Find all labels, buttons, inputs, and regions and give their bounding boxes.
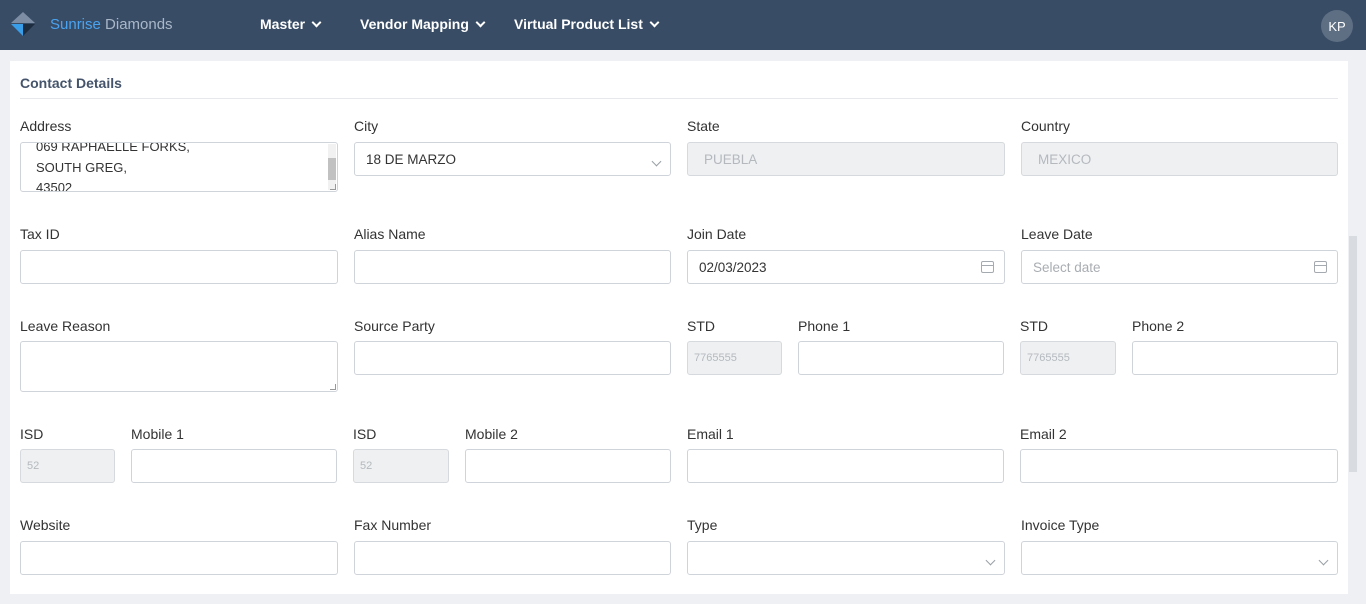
calendar-icon[interactable]: [981, 261, 994, 273]
std2-value: 7765555: [1027, 352, 1070, 364]
address-line-3: 43502: [36, 180, 73, 192]
page-scrollbar[interactable]: [1349, 236, 1357, 472]
type-select[interactable]: [687, 541, 1005, 575]
nav-vendor-mapping[interactable]: Vendor Mapping: [360, 16, 486, 32]
tax-id-label: Tax ID: [20, 226, 60, 242]
country-label: Country: [1021, 118, 1071, 134]
std2-label: STD: [1020, 318, 1048, 334]
chevron-down-icon: [475, 17, 486, 27]
mobile1-input[interactable]: [131, 449, 337, 483]
address-textarea[interactable]: 069 RAPHAELLE FORKS, SOUTH GREG, 43502: [20, 142, 338, 192]
address-text: 069 RAPHAELLE FORKS, SOUTH GREG, 43502: [36, 142, 190, 192]
website-input[interactable]: [20, 541, 338, 575]
website-label: Website: [20, 517, 71, 533]
section-divider: [20, 98, 1338, 99]
country-value: MEXICO: [1038, 151, 1092, 167]
top-navbar: Sunrise Diamonds Master Vendor Mapping V…: [0, 0, 1366, 50]
tax-id-input[interactable]: [20, 250, 338, 284]
fax-input[interactable]: [354, 541, 671, 575]
join-date-value: 02/03/2023: [699, 259, 767, 275]
email2-label: Email 2: [1020, 426, 1067, 442]
leave-date-picker[interactable]: Select date: [1021, 250, 1338, 284]
city-value: 18 DE MARZO: [366, 151, 457, 167]
section-title: Contact Details: [20, 75, 122, 91]
nav-virtual-product-list-label: Virtual Product List: [514, 16, 643, 32]
std1-field: 7765555: [687, 341, 782, 375]
mobile1-label: Mobile 1: [131, 426, 184, 442]
std1-value: 7765555: [694, 352, 737, 364]
source-party-input[interactable]: [354, 341, 671, 375]
mobile2-label: Mobile 2: [465, 426, 518, 442]
user-avatar[interactable]: KP: [1321, 10, 1353, 42]
address-line-2: SOUTH GREG,: [36, 159, 128, 175]
address-line-1: 069 RAPHAELLE FORKS,: [36, 142, 190, 154]
nav-vendor-mapping-label: Vendor Mapping: [360, 16, 469, 32]
alias-name-label: Alias Name: [354, 226, 426, 242]
resize-handle-icon[interactable]: [330, 384, 336, 390]
join-date-label: Join Date: [687, 226, 747, 242]
phone1-input[interactable]: [798, 341, 1004, 375]
nav-master[interactable]: Master: [260, 16, 322, 32]
calendar-icon[interactable]: [1314, 261, 1327, 273]
email2-input[interactable]: [1020, 449, 1338, 483]
std2-field: 7765555: [1020, 341, 1116, 375]
isd1-field: 52: [20, 449, 115, 483]
country-field: MEXICO: [1021, 142, 1338, 176]
email1-label: Email 1: [687, 426, 734, 442]
leave-date-placeholder: Select date: [1033, 259, 1101, 275]
state-field: PUEBLA: [687, 142, 1005, 176]
resize-handle-icon[interactable]: [330, 184, 336, 190]
chevron-down-icon: [311, 17, 322, 27]
mobile2-input[interactable]: [465, 449, 671, 483]
isd1-value: 52: [27, 460, 40, 472]
leave-date-label: Leave Date: [1021, 226, 1093, 242]
brand-name[interactable]: Sunrise Diamonds: [50, 16, 173, 33]
nav-virtual-product-list[interactable]: Virtual Product List: [514, 16, 660, 32]
state-label: State: [687, 118, 720, 134]
phone2-label: Phone 2: [1132, 318, 1185, 334]
phone1-label: Phone 1: [798, 318, 851, 334]
std1-label: STD: [687, 318, 715, 334]
address-label: Address: [20, 118, 72, 134]
chevron-down-icon: [651, 153, 662, 168]
isd2-field: 52: [353, 449, 449, 483]
state-value: PUEBLA: [704, 151, 758, 167]
source-party-label: Source Party: [354, 318, 435, 334]
isd2-value: 52: [360, 460, 373, 472]
leave-reason-label: Leave Reason: [20, 318, 111, 334]
chevron-down-icon: [1318, 552, 1329, 567]
logo-icon[interactable]: [8, 9, 38, 39]
invoice-type-select[interactable]: [1021, 541, 1338, 575]
isd1-label: ISD: [20, 426, 44, 442]
chevron-down-icon: [649, 17, 660, 27]
fax-label: Fax Number: [354, 517, 432, 533]
city-select[interactable]: 18 DE MARZO: [354, 142, 671, 176]
leave-reason-textarea[interactable]: [20, 341, 338, 392]
nav-master-label: Master: [260, 16, 306, 32]
join-date-picker[interactable]: 02/03/2023: [687, 250, 1005, 284]
isd2-label: ISD: [353, 426, 377, 442]
city-label: City: [354, 118, 379, 134]
brand-part2: Diamonds: [105, 16, 173, 33]
invoice-type-label: Invoice Type: [1021, 517, 1100, 533]
type-label: Type: [687, 517, 718, 533]
phone2-input[interactable]: [1132, 341, 1338, 375]
chevron-down-icon: [985, 552, 996, 567]
email1-input[interactable]: [687, 449, 1004, 483]
brand-part1: Sunrise: [50, 16, 101, 33]
alias-name-input[interactable]: [354, 250, 671, 284]
